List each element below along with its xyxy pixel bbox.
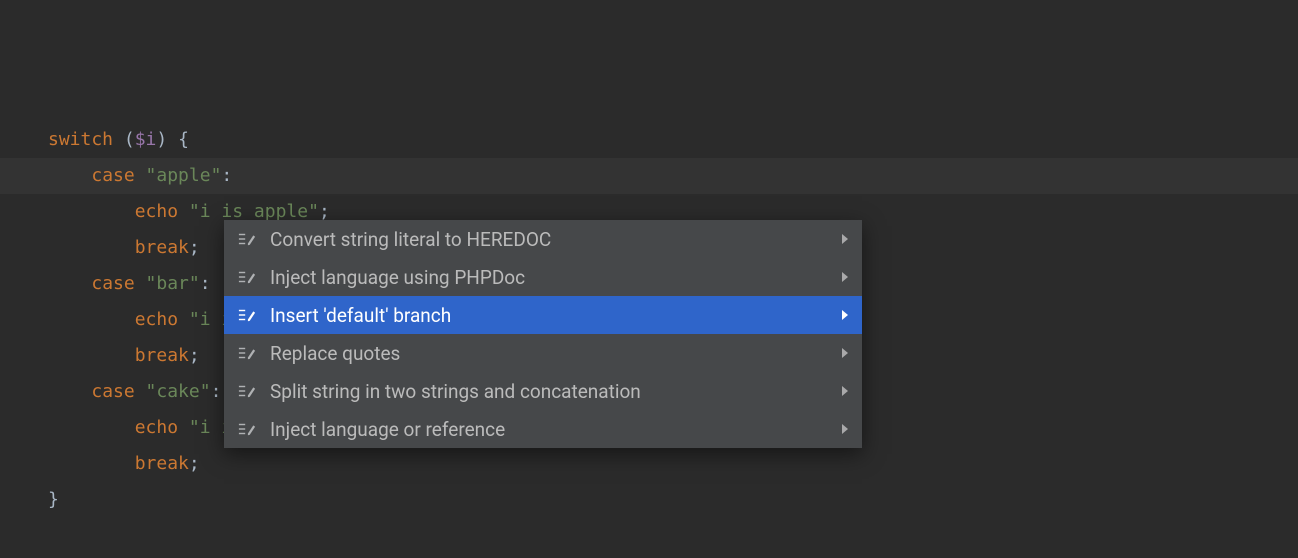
intention-edit-icon: [238, 231, 260, 247]
intention-action-label: Inject language using PHPDoc: [270, 266, 842, 289]
intention-edit-icon: [238, 345, 260, 361]
code-line: }: [48, 482, 1298, 518]
code-token: break: [135, 237, 189, 258]
code-token: "cake": [146, 381, 211, 402]
intention-action-item[interactable]: Replace quotes: [224, 334, 862, 372]
intention-action-label: Convert string literal to HEREDOC: [270, 228, 842, 251]
intention-action-item[interactable]: Inject language using PHPDoc: [224, 258, 862, 296]
code-token: switch: [48, 129, 124, 150]
chevron-right-icon: [842, 348, 848, 358]
code-token: break: [135, 453, 189, 474]
chevron-right-icon: [842, 234, 848, 244]
code-token: case: [91, 381, 145, 402]
code-token: :: [211, 381, 222, 402]
code-line: case "apple":: [48, 158, 1298, 194]
code-token: (: [124, 129, 135, 150]
code-token: ;: [319, 201, 330, 222]
intention-action-label: Replace quotes: [270, 342, 842, 365]
code-token: ) {: [156, 129, 189, 150]
code-token: }: [48, 489, 59, 510]
code-token: "bar": [146, 273, 200, 294]
intention-action-label: Insert 'default' branch: [270, 304, 842, 327]
code-token: :: [200, 273, 211, 294]
intention-action-item[interactable]: Convert string literal to HEREDOC: [224, 220, 862, 258]
code-token: break: [135, 345, 189, 366]
code-token: ;: [189, 345, 200, 366]
intention-edit-icon: [238, 383, 260, 399]
code-token: echo: [135, 417, 189, 438]
code-token: ;: [189, 237, 200, 258]
code-token: [48, 237, 135, 258]
intention-action-item[interactable]: Inject language or reference: [224, 410, 862, 448]
chevron-right-icon: [842, 310, 848, 320]
intention-edit-icon: [238, 269, 260, 285]
code-token: [48, 201, 135, 222]
code-token: echo: [135, 201, 189, 222]
code-token: $i: [135, 129, 157, 150]
code-line: switch ($i) {: [48, 122, 1298, 158]
intention-actions-popup[interactable]: Convert string literal to HEREDOC Inject…: [224, 220, 862, 448]
code-token: :: [221, 165, 232, 186]
code-token: [48, 273, 91, 294]
code-token: [48, 453, 135, 474]
code-token: "apple": [146, 165, 222, 186]
code-token: [48, 381, 91, 402]
code-token: case: [91, 273, 145, 294]
code-token: ;: [189, 453, 200, 474]
intention-action-item[interactable]: Insert 'default' branch: [224, 296, 862, 334]
code-line: break;: [48, 446, 1298, 482]
intention-action-item[interactable]: Split string in two strings and concaten…: [224, 372, 862, 410]
code-token: [48, 345, 135, 366]
code-token: [48, 309, 135, 330]
intention-action-label: Inject language or reference: [270, 418, 842, 441]
intention-edit-icon: [238, 307, 260, 323]
chevron-right-icon: [842, 424, 848, 434]
code-token: [48, 417, 135, 438]
code-token: "i is apple": [189, 201, 319, 222]
code-token: case: [91, 165, 145, 186]
intention-edit-icon: [238, 421, 260, 437]
chevron-right-icon: [842, 386, 848, 396]
chevron-right-icon: [842, 272, 848, 282]
code-token: [48, 165, 91, 186]
intention-action-label: Split string in two strings and concaten…: [270, 380, 842, 403]
code-token: echo: [135, 309, 189, 330]
